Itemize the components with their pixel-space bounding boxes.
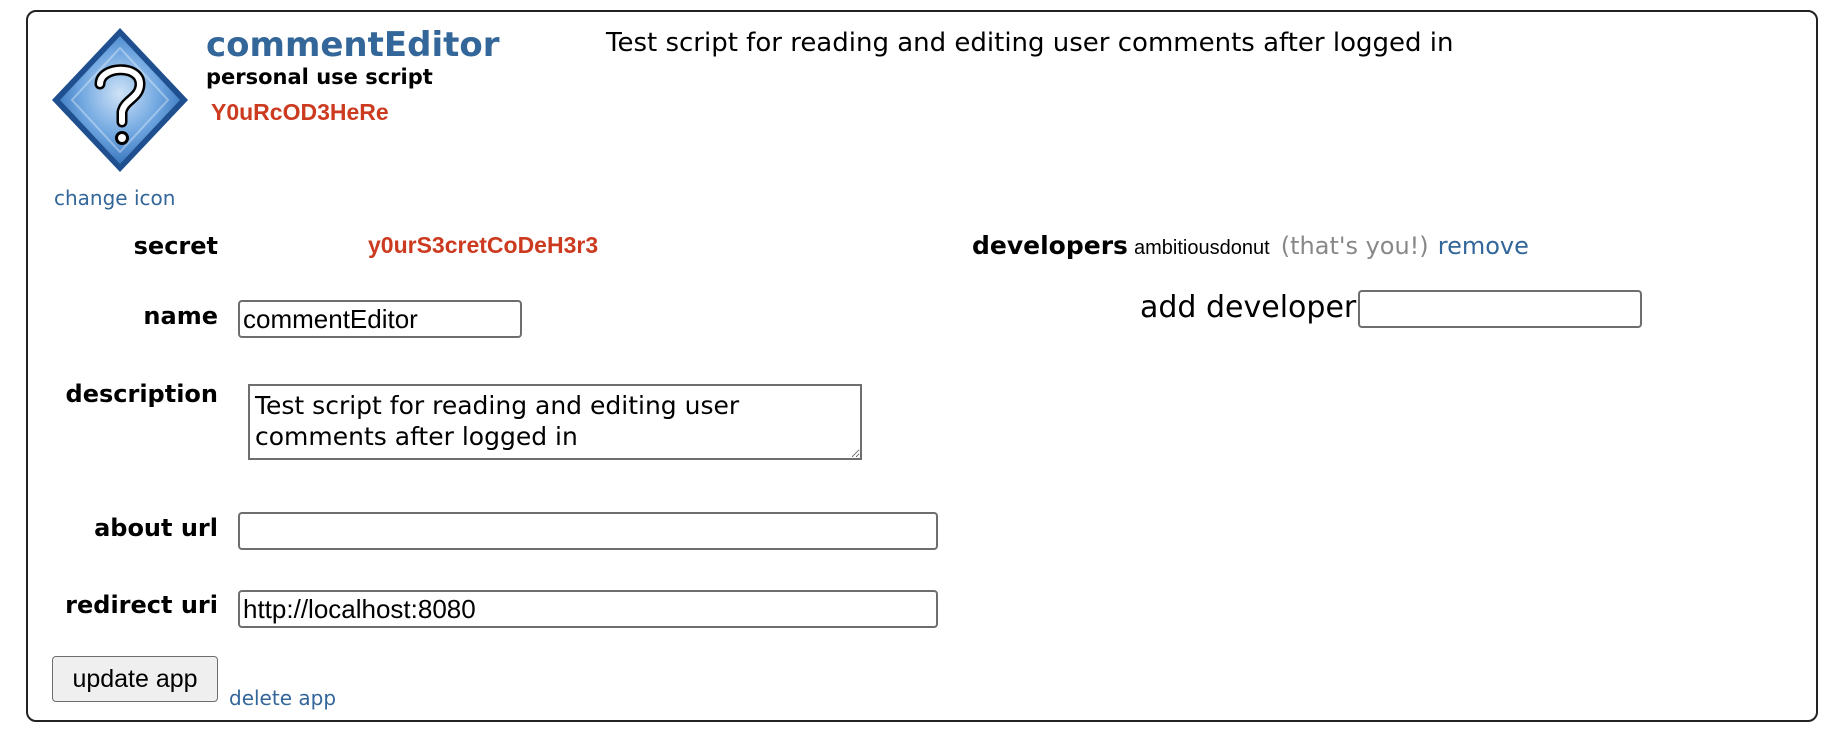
developer-list-item: ambitiousdonut (that's you!) remove	[1134, 231, 1529, 264]
app-type-label: personal use script	[206, 65, 433, 89]
client-id: Y0uRcOD3HeRe	[211, 99, 389, 125]
app-name: commentEditor	[206, 25, 500, 65]
name-label: name	[143, 302, 218, 330]
update-app-button[interactable]: update app	[52, 656, 218, 702]
description-label: description	[65, 380, 218, 408]
developer-self-note: (that's you!)	[1280, 232, 1429, 260]
developers-label: developers	[972, 231, 1128, 260]
delete-app-link[interactable]: delete app	[229, 686, 336, 710]
remove-developer-link[interactable]: remove	[1438, 232, 1529, 260]
redirect-uri-input[interactable]	[238, 590, 938, 628]
secret-value: y0urS3cretCoDeH3r3	[368, 232, 599, 258]
add-developer-label: add developer:	[1140, 290, 1366, 325]
redirect-uri-label: redirect uri	[65, 591, 218, 619]
change-icon-link[interactable]: change icon	[54, 186, 175, 210]
question-mark-diamond-icon	[52, 28, 188, 172]
about-url-input[interactable]	[238, 512, 938, 550]
secret-label: secret	[133, 232, 218, 260]
name-input[interactable]	[238, 300, 522, 338]
about-url-label: about url	[94, 514, 218, 542]
add-developer-input[interactable]	[1358, 290, 1642, 328]
developer-username: ambitiousdonut	[1134, 237, 1270, 259]
description-textarea[interactable]: Test script for reading and editing user…	[248, 384, 862, 460]
app-description-display: Test script for reading and editing user…	[606, 28, 1454, 58]
